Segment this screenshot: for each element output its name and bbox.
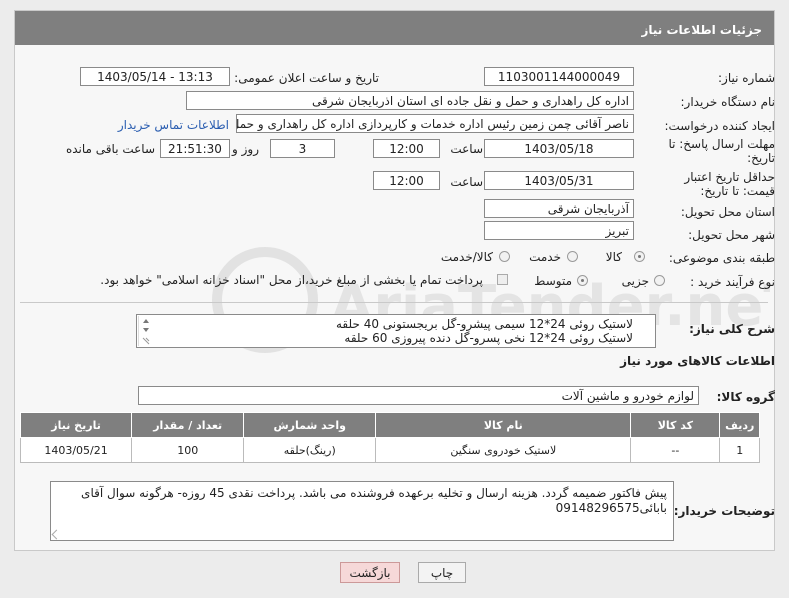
process-label: نوع فرآیند خرید : [690,275,775,289]
col-header-quantity: تعداد / مقدار [131,412,245,438]
cell-name: لاستیک خودروی سنگین [375,437,632,463]
announce-label: تاریخ و ساعت اعلان عمومی: [234,71,379,85]
remaining-days-field: 3 [270,139,335,158]
cell-date: 1403/05/21 [19,437,133,463]
col-header-row: ردیف [719,412,760,438]
reply-time-label: ساعت [450,142,483,156]
category-radio-service[interactable] [567,251,578,262]
category-option-service: خدمت [529,250,561,264]
remaining-label: ساعت باقی مانده [65,142,155,156]
city-field: تبریز [484,221,634,240]
province-field: آذربایجان شرقی [484,199,634,218]
print-button[interactable]: چاپ [418,562,466,583]
goods-group-label: گروه کالا: [716,390,775,404]
remaining-time-field: 21:51:30 [160,139,230,158]
treasury-payment-note: پرداخت تمام یا بخشی از مبلغ خرید،از محل … [100,273,483,287]
province-label: استان محل تحویل: [680,205,775,219]
buyer-notes-text: پیش فاکتور ضمیمه گردد. هزینه ارسال و تخل… [81,486,667,515]
process-radio-minor[interactable] [654,275,665,286]
days-label: روز و [232,142,259,156]
price-validity-label: حداقل تاریخ اعتبار قیمت: تا تاریخ: [684,170,775,198]
goods-table: ردیف کد کالا نام کالا واحد شمارش تعداد /… [19,412,760,463]
reply-date-field: 1403/05/18 [484,139,634,158]
buyer-notes-label: توضیحات خریدار: [673,504,775,518]
reply-deadline-label: مهلت ارسال پاسخ: تا تاریخ: [668,137,775,165]
category-radio-goods[interactable] [634,251,645,262]
back-button[interactable]: بازگشت [340,562,400,583]
validity-time-field: 12:00 [373,171,440,190]
table-row: 1 -- لاستیک خودروی سنگین (رینگ)حلقه 100 … [19,437,760,463]
process-option-minor: جزیی [621,274,649,288]
cell-unit: (رینگ)حلقه [243,437,377,463]
category-radio-goods-service[interactable] [499,251,510,262]
process-radio-medium[interactable] [577,275,588,286]
description-line-1: لاستیک روئی 24*12 سیمی پیشرو-گل بریجستون… [335,317,633,331]
process-option-medium: متوسط [534,274,572,288]
need-number-label: شماره نیاز: [718,71,775,85]
city-label: شهر محل تحویل: [688,228,775,242]
description-line-2: لاستیک روئی 24*12 نخی پسرو-گل دنده پیروز… [344,331,633,345]
goods-section-title: اطلاعات کالاهای مورد نیاز [620,354,775,368]
cell-quantity: 100 [131,437,245,463]
announce-datetime-field: 1403/05/14 - 13:13 [80,67,230,86]
col-header-unit: واحد شمارش [243,412,377,438]
panel-header: جزئیات اطلاعات نیاز [15,11,774,45]
divider [20,302,768,303]
category-option-goods: کالا [605,250,622,264]
description-scrollbar[interactable] [138,316,152,346]
reply-time-field: 12:00 [373,139,440,158]
scroll-arrows-icon [142,319,150,345]
resize-handle-icon[interactable] [51,529,62,540]
buyer-notes-textarea[interactable]: پیش فاکتور ضمیمه گردد. هزینه ارسال و تخل… [50,481,674,541]
buyer-org-field: اداره کل راهداری و حمل و نقل جاده ای است… [186,91,634,110]
requester-field: ناصر آقائی چمن زمین رئیس اداره خدمات و ک… [236,114,634,133]
buyer-org-label: نام دستگاه خریدار: [680,95,776,109]
goods-group-field: لوازم خودرو و ماشین آلات [138,386,699,405]
description-textarea[interactable]: لاستیک روئی 24*12 سیمی پیشرو-گل بریجستون… [136,314,656,348]
category-option-goods-service: کالا/خدمت [440,250,493,264]
treasury-payment-checkbox[interactable] [497,274,508,285]
col-header-code: کد کالا [630,412,721,438]
validity-date-field: 1403/05/31 [484,171,634,190]
buyer-contact-link[interactable]: اطلاعات تماس خریدار [118,118,229,132]
col-header-date: تاریخ نیاز [19,412,133,438]
category-label: طبقه بندی موضوعی: [668,251,775,265]
description-label: شرح کلی نیاز: [689,322,775,336]
cell-row: 1 [719,437,760,463]
need-number-field: 1103001144000049 [484,67,634,86]
goods-table-header: ردیف کد کالا نام کالا واحد شمارش تعداد /… [19,412,760,438]
col-header-name: نام کالا [375,412,632,438]
validity-time-label: ساعت [450,175,483,189]
cell-code: -- [630,437,721,463]
requester-label: ایجاد کننده درخواست: [664,119,775,133]
